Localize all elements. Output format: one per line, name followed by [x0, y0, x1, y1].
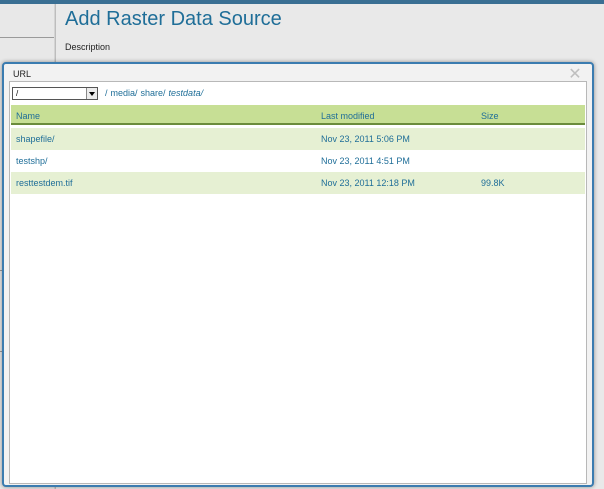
file-modified: Nov 23, 2011 5:06 PM	[321, 134, 410, 144]
file-list: shapefile/ Nov 23, 2011 5:06 PM testshp/…	[11, 128, 585, 194]
file-size: 99.8K	[481, 178, 505, 188]
close-icon[interactable]: ✕	[568, 66, 582, 82]
column-header-name[interactable]: Name	[16, 111, 40, 121]
file-name[interactable]: testshp/	[16, 156, 48, 166]
path-bar: / / media/ share/ testdata/	[12, 85, 582, 101]
file-name[interactable]: resttestdem.tif	[16, 178, 73, 188]
breadcrumb-item-share[interactable]: share/	[141, 88, 166, 98]
root-select[interactable]: /	[12, 86, 98, 100]
description-label: Description	[65, 42, 111, 52]
file-modified: Nov 23, 2011 12:18 PM	[321, 178, 415, 188]
column-header-modified[interactable]: Last modified	[321, 111, 375, 121]
table-row[interactable]: testshp/ Nov 23, 2011 4:51 PM	[11, 150, 585, 172]
file-browser: / / media/ share/ testdata/ Name Last mo…	[9, 81, 587, 484]
breadcrumb: / media/ share/ testdata/	[105, 88, 203, 98]
column-header-size[interactable]: Size	[481, 111, 499, 121]
breadcrumb-item-media[interactable]: media/	[111, 88, 138, 98]
chevron-down-icon[interactable]	[86, 87, 97, 99]
file-name[interactable]: shapefile/	[16, 134, 55, 144]
breadcrumb-item-testdata[interactable]: testdata/	[169, 88, 204, 98]
file-modified: Nov 23, 2011 4:51 PM	[321, 156, 410, 166]
table-header: Name Last modified Size	[11, 105, 585, 125]
table-row[interactable]: resttestdem.tif Nov 23, 2011 12:18 PM 99…	[11, 172, 585, 194]
breadcrumb-root[interactable]: /	[105, 88, 108, 98]
root-select-value: /	[16, 88, 19, 98]
table-row[interactable]: shapefile/ Nov 23, 2011 5:06 PM	[11, 128, 585, 150]
dialog-label: URL	[13, 69, 32, 79]
url-browser-dialog: URL ✕ / / media/ share/ testdata/ Name L…	[2, 62, 594, 487]
page-title: Add Raster Data Source	[65, 8, 282, 30]
left-strip-divider	[0, 37, 54, 38]
